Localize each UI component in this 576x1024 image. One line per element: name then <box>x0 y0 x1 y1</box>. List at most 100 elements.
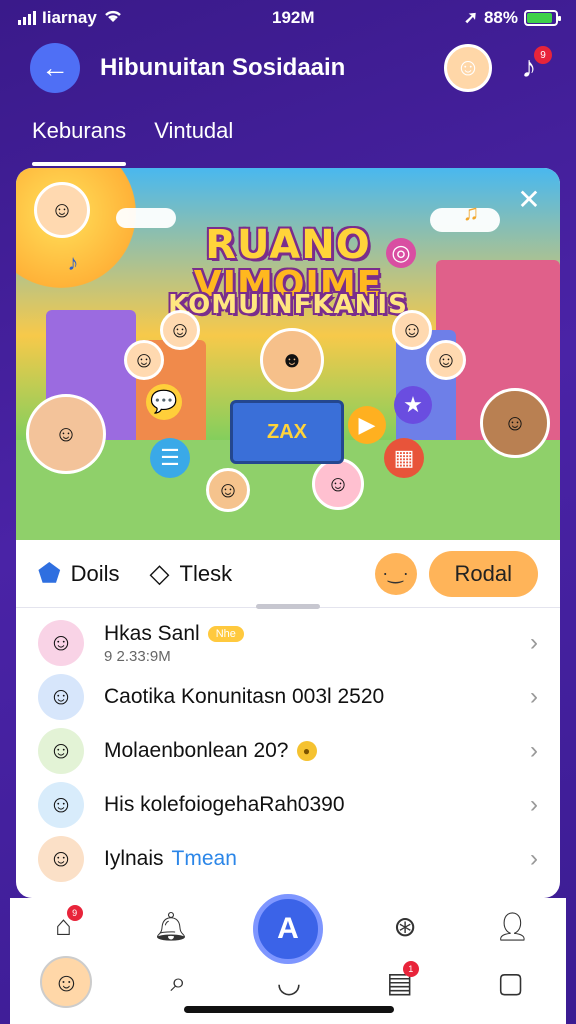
kid-character: ☺ <box>206 468 250 512</box>
task-action[interactable]: ◇ Tlesk <box>150 558 233 589</box>
list-item[interactable]: ☺ Hkas Sanl Nhe 9 2.33:9M › <box>16 616 560 670</box>
smile-icon: ◡ <box>276 966 302 998</box>
avatar: ☺ <box>38 620 84 666</box>
list-item-title-accent: Tmean <box>171 847 237 870</box>
list-item-body: Iylnais Tmean <box>104 847 530 871</box>
primary-action-button[interactable]: Rodal <box>428 550 538 597</box>
list-item-body: Molaenbonlean 20? ● <box>104 739 530 763</box>
nav-row-bottom: ☺ ⌕ ◡ ▤ 1 ▢ <box>10 954 566 1010</box>
avatar[interactable]: ☺ <box>40 956 93 1008</box>
search-icon: ⌕ <box>170 965 187 997</box>
close-button[interactable]: ✕ <box>514 183 544 215</box>
action-bar: ⬟ Doils ◇ Tlesk ·‿· Rodal <box>16 540 560 608</box>
drag-handle[interactable] <box>256 604 320 609</box>
chevron-right-icon: › <box>530 629 538 656</box>
target-icon: ◎ <box>386 238 416 268</box>
game-icon: ▦ <box>384 438 424 478</box>
back-button[interactable]: ← <box>30 43 80 93</box>
notification-badge: 9 <box>66 905 83 921</box>
nav-home[interactable]: ⌂ 9 <box>39 901 89 951</box>
status-right: ➚ 88% <box>463 8 561 28</box>
speech-bubble-icon: 💬 <box>146 384 182 420</box>
list-item[interactable]: ☺ Iylnais Tmean › <box>16 832 560 886</box>
list-item[interactable]: ☺ Caotika Konunitasn 003l 2520 › <box>16 670 560 724</box>
chevron-right-icon: › <box>530 737 538 764</box>
list-item-subtitle: 9 2.33:9M <box>104 647 171 665</box>
kid-avatar: ☺ <box>34 182 90 238</box>
list-item-body: Hkas Sanl Nhe 9 2.33:9M <box>104 622 530 665</box>
coin-icon: ● <box>296 741 317 761</box>
main-card: RUANO VIMOIME KOMUINFKANIS ☺ ☺ ☺ ☺ ☺ ☻ ☺… <box>16 168 560 898</box>
list-item-title: Molaenbonlean 20? ● <box>104 739 530 763</box>
arrow-left-icon: ← <box>41 52 69 83</box>
details-label: Doils <box>70 560 120 586</box>
list-item-title: His kolefoiogehaRah0390 <box>104 793 345 816</box>
avatar: ☺ <box>38 782 84 828</box>
nav-profile[interactable]: 👤︎ <box>487 901 537 951</box>
wifi-icon <box>103 8 123 29</box>
award-icon: ⊛ <box>393 910 417 942</box>
play-icon: ▶ <box>348 406 386 444</box>
list-item-body: His kolefoiogehaRah0390 <box>104 793 530 817</box>
home-indicator <box>184 1006 394 1013</box>
page-title: Hibunuitan Sosidaain <box>100 54 346 81</box>
document-icon: ☰ <box>150 438 190 478</box>
clock: 192M <box>272 8 315 27</box>
kid-character: ☻ <box>260 328 324 392</box>
tab-bar: Keburans Vintudal <box>0 108 576 166</box>
chat-icon: ▢ <box>497 966 524 998</box>
chevron-right-icon: › <box>530 683 538 710</box>
notification-badge: 9 <box>534 46 552 64</box>
music-note-icon: ♫ <box>462 200 480 225</box>
list-item-title: Caotika Konunitasn 003l 2520 <box>104 685 385 708</box>
list-item[interactable]: ☺ Molaenbonlean 20? ● › <box>16 724 560 778</box>
tab-vintudal[interactable]: Vintudal <box>154 108 233 166</box>
status-badge: Nhe <box>207 625 244 642</box>
notification-badge: 1 <box>402 961 419 977</box>
list-item[interactable]: ☺ His kolefoiogehaRah0390 › <box>16 778 560 832</box>
list-item-title-text: Hkas Sanl <box>104 621 200 645</box>
status-left: Iiarnay <box>18 8 123 29</box>
list-item-title: Hkas Sanl Nhe <box>104 622 530 646</box>
banner-title-line1: RUANO <box>205 222 371 268</box>
banner-title-line3: KOMUINFKANIS <box>168 290 408 320</box>
music-button[interactable]: ♪ 9 <box>512 46 552 88</box>
chevron-right-icon: › <box>530 791 538 818</box>
star-icon: ★ <box>394 386 432 424</box>
music-note-icon: ♪ <box>67 250 79 275</box>
status-bar: Iiarnay 192M ➚ 88% <box>0 0 576 36</box>
nav-activity[interactable]: ◡ <box>264 957 314 1007</box>
details-action[interactable]: ⬟ Doils <box>38 558 120 589</box>
chevron-right-icon: › <box>530 845 538 872</box>
location-icon: ➚ <box>463 8 478 27</box>
bell-icon: 🔔︎ <box>153 910 189 942</box>
app-header: ← Hibunuitan Sosidaain ☺ ♪ 9 <box>0 36 576 100</box>
tab-keburans[interactable]: Keburans <box>32 108 127 166</box>
nav-inbox[interactable]: ▤ 1 <box>375 957 425 1007</box>
stage-box: ZAX <box>230 400 344 464</box>
home-shape-icon: ⬟ <box>38 558 61 588</box>
nav-search[interactable]: ⌕ <box>153 957 203 1007</box>
list-item-title-text: Iylnais <box>104 847 164 870</box>
kid-character: ☺ <box>312 458 364 510</box>
nav-badges[interactable]: ⊛ <box>380 901 430 951</box>
nav-messages[interactable]: ▢ <box>486 957 536 1007</box>
member-list: ☺ Hkas Sanl Nhe 9 2.33:9M › ☺ Caotika Kon… <box>16 616 560 886</box>
task-label: Tlesk <box>179 560 233 586</box>
avatar: ☺ <box>38 836 84 882</box>
signal-icon <box>18 11 36 25</box>
emoji-button[interactable]: ·‿· <box>374 552 417 595</box>
avatar: ☺ <box>38 728 84 774</box>
nav-notifications[interactable]: 🔔︎ <box>146 901 196 951</box>
banner-illustration: RUANO VIMOIME KOMUINFKANIS ☺ ☺ ☺ ☺ ☺ ☻ ☺… <box>16 168 560 540</box>
kid-avatar: ☺ <box>392 310 432 350</box>
close-icon: ✕ <box>517 183 541 215</box>
avatar: ☺ <box>38 674 84 720</box>
adult-character: ☺ <box>26 394 106 474</box>
battery-icon <box>524 10 561 26</box>
user-icon: 👤︎ <box>494 910 531 942</box>
carrier-label: Iiarnay <box>42 8 97 27</box>
profile-avatar[interactable]: ☺ <box>444 44 492 92</box>
list-item-body: Caotika Konunitasn 003l 2520 <box>104 685 530 709</box>
list-item-title: Iylnais Tmean <box>104 847 530 871</box>
